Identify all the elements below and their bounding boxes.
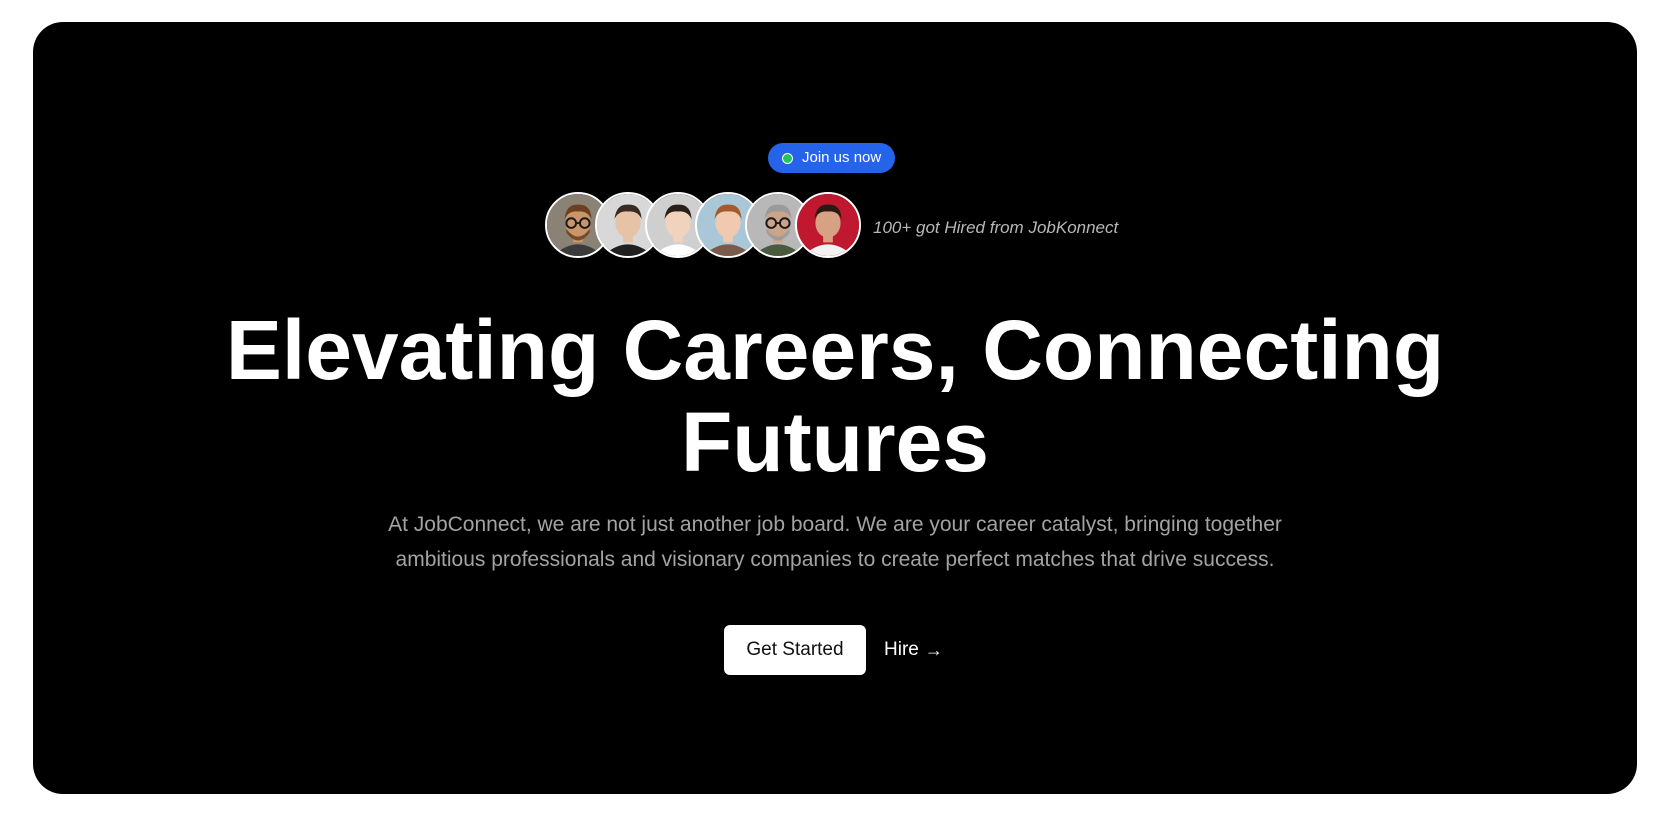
hero-section: Join us now 100+ got Hired from JobKonne… — [33, 22, 1637, 794]
arrow-right-icon: → — [924, 639, 943, 660]
status-dot-icon — [782, 152, 793, 164]
hired-count-text: 100+ got Hired from JobKonnect — [873, 218, 1119, 237]
avatar-group — [545, 192, 905, 262]
join-us-label: Join us now — [802, 149, 882, 166]
hire-button[interactable]: Hire → — [884, 625, 943, 675]
join-us-badge[interactable]: Join us now — [768, 143, 896, 173]
hire-label: Hire — [884, 639, 919, 660]
page-title: Elevating Careers, Connecting Futures — [33, 304, 1637, 488]
get-started-button[interactable]: Get Started — [724, 625, 866, 675]
headline-line-1: Elevating Careers, Connecting — [225, 303, 1445, 397]
hero-subtitle: At JobConnect, we are not just another j… — [360, 507, 1310, 577]
subtitle-line-2: ambitious professionals and visionary co… — [395, 548, 1275, 571]
headline-line-2: Futures — [680, 395, 990, 489]
subtitle-line-1: At JobConnect, we are not just another j… — [388, 513, 1282, 536]
avatar — [795, 192, 861, 258]
